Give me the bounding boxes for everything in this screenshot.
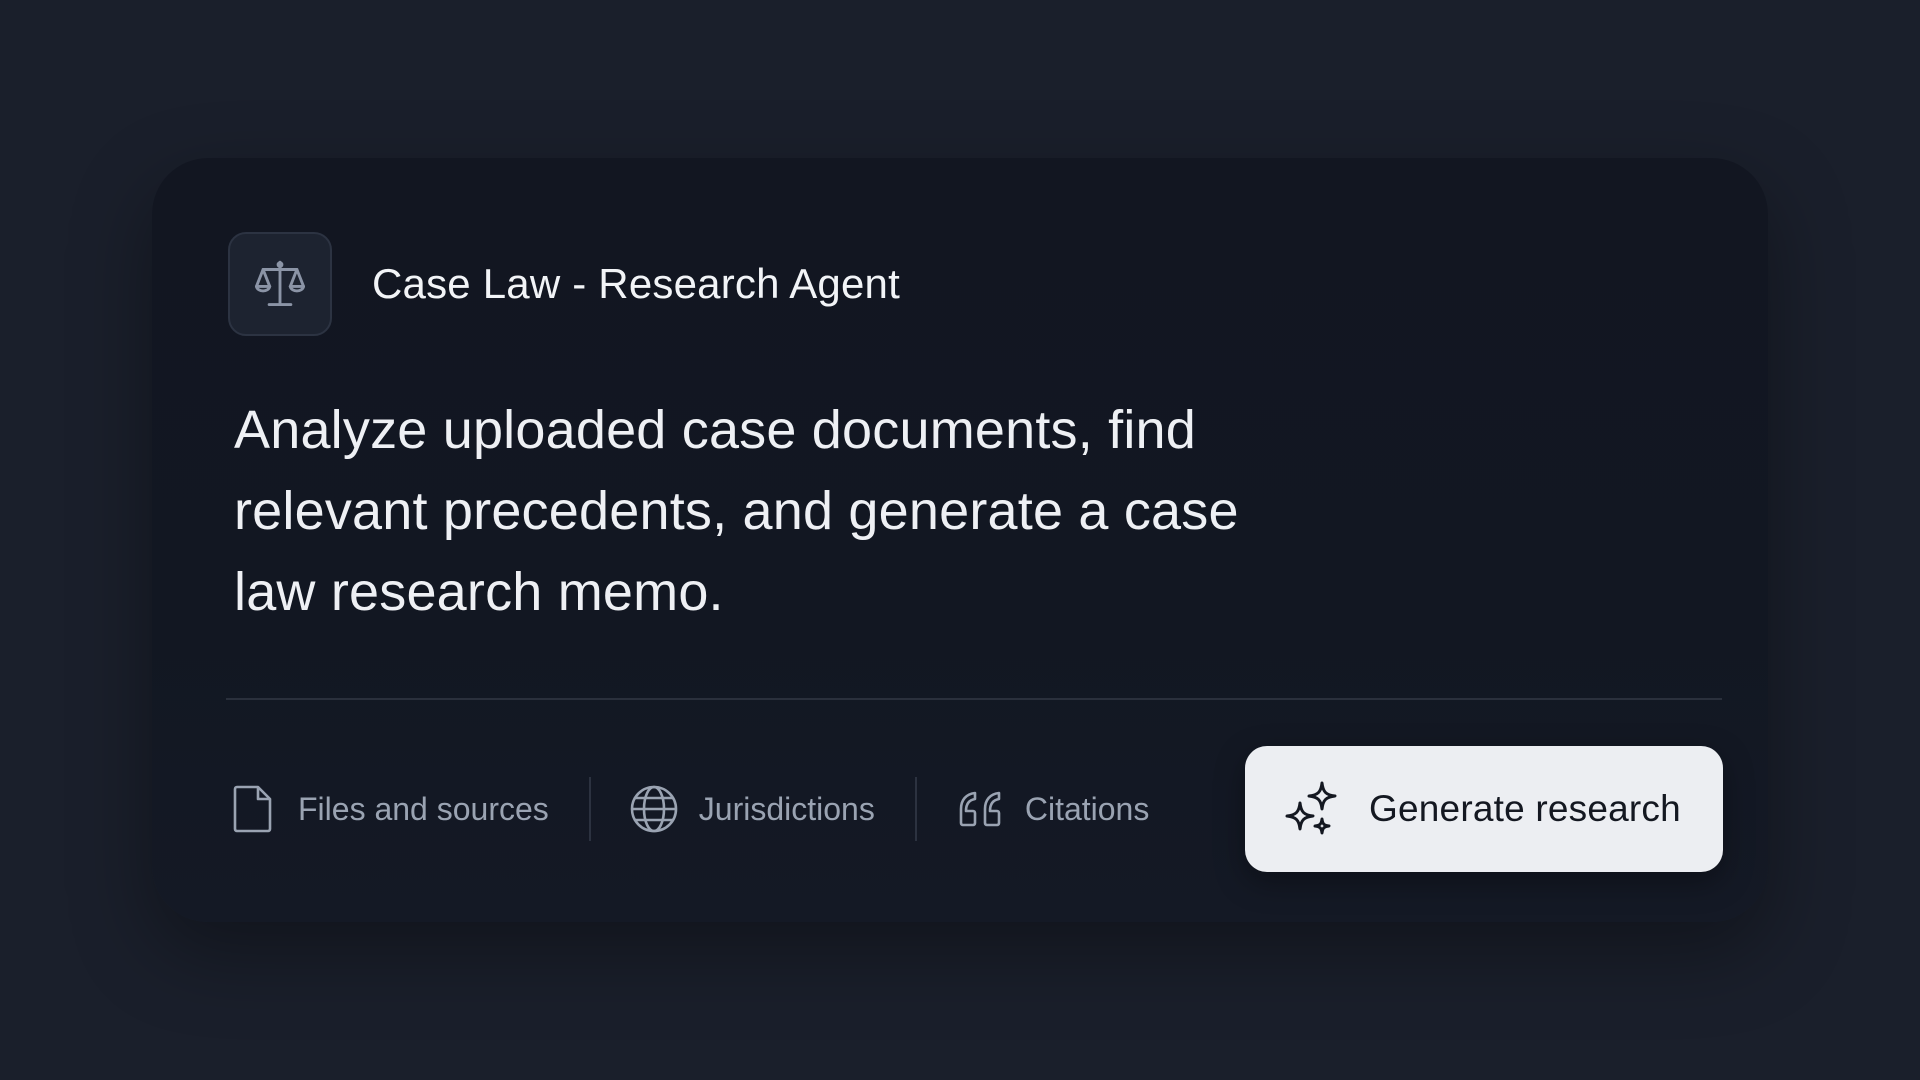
divider [226,698,1722,700]
toolbar-separator [914,777,917,841]
sparkles-icon [1281,778,1343,840]
toolbar-separator [588,777,591,841]
stage: Case Law - Research Agent Analyze upload… [0,0,1920,1080]
scales-of-justice-icon [254,260,306,306]
jurisdictions-label: Jurisdictions [698,790,875,827]
globe-icon [629,784,679,834]
agent-description: Analyze uploaded case documents, find re… [234,400,1239,622]
generate-research-button[interactable]: Generate research [1245,746,1723,872]
agent-title: Case Law - Research Agent [372,260,900,307]
file-icon [228,784,278,834]
agent-card: Case Law - Research Agent Analyze upload… [152,158,1768,922]
files-and-sources-button[interactable]: Files and sources [228,776,549,842]
card-header: Case Law - Research Agent [228,232,900,336]
citations-label: Citations [1024,790,1150,827]
generate-research-label: Generate research [1369,788,1681,829]
citations-button[interactable]: Citations [955,776,1150,842]
agent-toolbar: Files and sources Jurisdictions Citation… [228,776,1149,842]
jurisdictions-button[interactable]: Jurisdictions [629,776,875,842]
quote-icon [955,784,1005,834]
agent-icon-tile [228,232,332,336]
files-and-sources-label: Files and sources [298,790,549,827]
